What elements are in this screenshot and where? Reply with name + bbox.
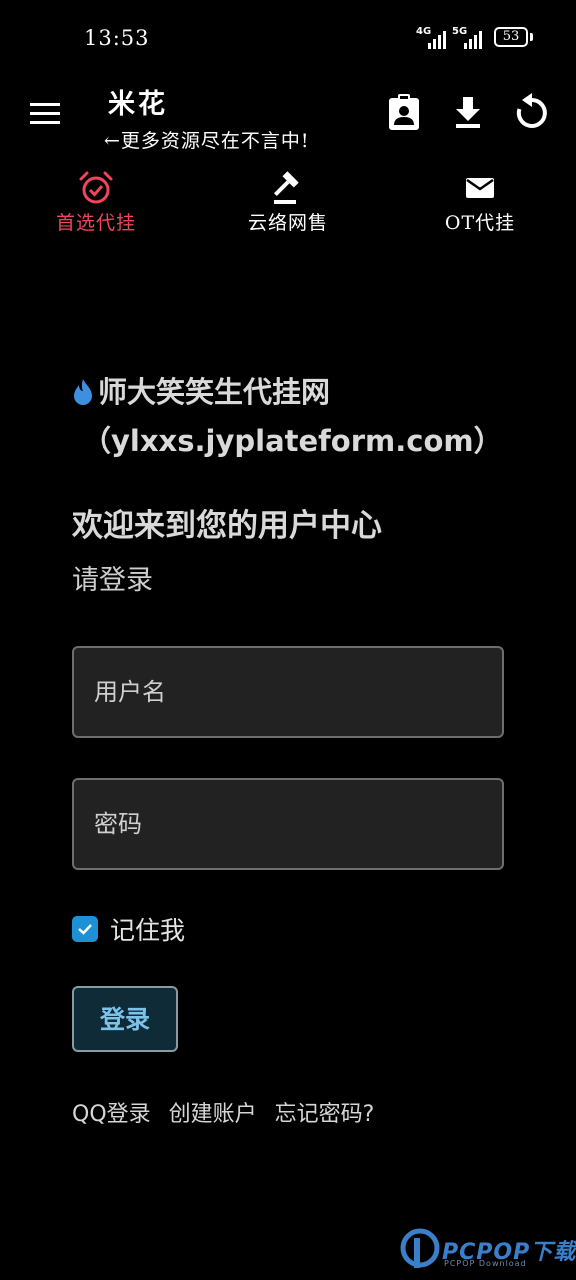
tab-label: OT代挂 bbox=[444, 212, 516, 234]
watermark: PCPOP下载 PCPOP Download bbox=[400, 1226, 576, 1280]
site-url: （ylxxs.jyplateform.com） bbox=[82, 424, 503, 458]
watermark-sub: PCPOP Download bbox=[444, 1259, 527, 1268]
battery-icon: 53 bbox=[494, 27, 528, 47]
mail-icon bbox=[466, 178, 494, 198]
app-subtitle: ←更多资源尽在不言中! bbox=[104, 130, 310, 152]
clipboard-account-icon[interactable] bbox=[384, 92, 424, 132]
gavel-icon bbox=[273, 171, 299, 204]
site-name: 师大笑笑生代挂网 bbox=[98, 375, 331, 409]
download-icon[interactable] bbox=[448, 92, 488, 132]
fire-icon bbox=[74, 379, 92, 405]
login-prompt: 请登录 bbox=[72, 565, 153, 596]
check-icon bbox=[78, 924, 92, 935]
signal-5g-icon: 5G bbox=[452, 27, 482, 49]
password-field[interactable] bbox=[72, 778, 504, 870]
tab-首选代挂[interactable]: 首选代挂 bbox=[26, 164, 166, 240]
signal-4g-icon: 4G bbox=[416, 27, 446, 49]
auth-links: QQ登录 创建账户 忘记密码? bbox=[72, 1096, 392, 1128]
tab-label: 首选代挂 bbox=[55, 212, 136, 234]
app-title: 米花 bbox=[108, 89, 168, 120]
battery-tip bbox=[530, 33, 533, 41]
tab-bar: 首选代挂 云络网售 OT代挂 bbox=[0, 164, 576, 240]
alarm-check-icon bbox=[79, 171, 113, 204]
tab-云络网售[interactable]: 云络网售 bbox=[218, 164, 358, 240]
qq-login-link[interactable]: QQ登录 bbox=[72, 1102, 151, 1127]
site-heading: 师大笑笑生代挂网 bbox=[72, 368, 512, 416]
remember-checkbox[interactable] bbox=[72, 916, 98, 942]
welcome-title: 欢迎来到您的用户中心 bbox=[72, 508, 382, 544]
status-time: 13:53 bbox=[84, 26, 150, 50]
app-header: 米花 ←更多资源尽在不言中! bbox=[0, 76, 576, 156]
remember-label: 记住我 bbox=[110, 916, 186, 945]
forgot-password-link[interactable]: 忘记密码? bbox=[275, 1102, 375, 1127]
pcpop-logo-icon bbox=[400, 1228, 440, 1268]
menu-icon[interactable] bbox=[26, 96, 64, 130]
username-field[interactable] bbox=[72, 646, 504, 738]
tab-ot代挂[interactable]: OT代挂 bbox=[410, 164, 550, 240]
login-button[interactable]: 登录 bbox=[72, 986, 178, 1052]
tab-label: 云络网售 bbox=[247, 212, 328, 234]
refresh-icon[interactable] bbox=[512, 92, 552, 132]
status-bar: 13:53 4G 5G 53 bbox=[0, 0, 576, 76]
create-account-link[interactable]: 创建账户 bbox=[169, 1102, 257, 1127]
remember-me[interactable]: 记住我 bbox=[72, 914, 186, 945]
